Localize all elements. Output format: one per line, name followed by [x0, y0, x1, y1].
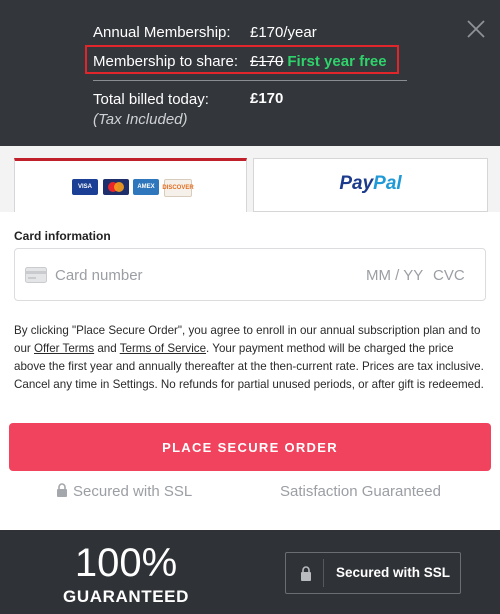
- card-details-input[interactable]: Card number MM / YY CVC: [14, 248, 486, 301]
- place-secure-order-button[interactable]: PLACE SECURE ORDER: [9, 423, 491, 471]
- original-price: £170: [250, 53, 284, 70]
- promo-text: First year free: [287, 53, 387, 70]
- annual-membership-label: Annual Membership:: [93, 24, 231, 41]
- mastercard-icon: [103, 179, 129, 195]
- share-membership-price: £170 First year free: [250, 53, 387, 70]
- expiry-placeholder[interactable]: MM / YY: [366, 267, 423, 284]
- paypal-logo: PayPal: [339, 173, 402, 194]
- ssl-badge: Secured with SSL: [285, 552, 461, 594]
- card-number-placeholder[interactable]: Card number: [55, 267, 143, 284]
- ssl-badge-text: Secured with SSL: [336, 565, 451, 580]
- close-icon[interactable]: [465, 18, 487, 40]
- total-label: Total billed today:: [93, 91, 209, 108]
- tax-note: (Tax Included): [93, 111, 188, 128]
- share-membership-label: Membership to share:: [93, 53, 239, 70]
- satisfaction-guaranteed-note: Satisfaction Guaranteed: [280, 483, 441, 500]
- tab-card-payment[interactable]: VISA AMEX DISCOVER: [14, 158, 247, 212]
- secured-ssl-note: Secured with SSL: [56, 483, 192, 500]
- guaranteed-label: GUARANTEED: [63, 587, 189, 606]
- total-price: £170: [250, 90, 284, 107]
- badge-divider: [323, 559, 324, 587]
- lock-icon: [301, 566, 311, 581]
- legal-disclaimer: By clicking "Place Secure Order", you ag…: [14, 324, 484, 391]
- cvc-placeholder[interactable]: CVC: [433, 267, 465, 284]
- discover-icon: DISCOVER: [162, 179, 194, 197]
- tab-paypal[interactable]: PayPal: [253, 158, 488, 212]
- summary-divider: [93, 80, 407, 81]
- guarantee-percentage: 100%: [74, 541, 178, 585]
- card-information-label: Card information: [14, 229, 111, 243]
- lock-icon: [57, 483, 67, 497]
- credit-card-icon: [25, 267, 47, 283]
- annual-membership-price: £170/year: [250, 24, 317, 41]
- order-summary: Annual Membership: £170/year Membership …: [0, 0, 500, 146]
- offer-terms-link[interactable]: Offer Terms: [34, 342, 94, 355]
- amex-icon: AMEX: [133, 179, 159, 195]
- visa-icon: VISA: [72, 179, 98, 195]
- terms-of-service-link[interactable]: Terms of Service: [120, 342, 206, 355]
